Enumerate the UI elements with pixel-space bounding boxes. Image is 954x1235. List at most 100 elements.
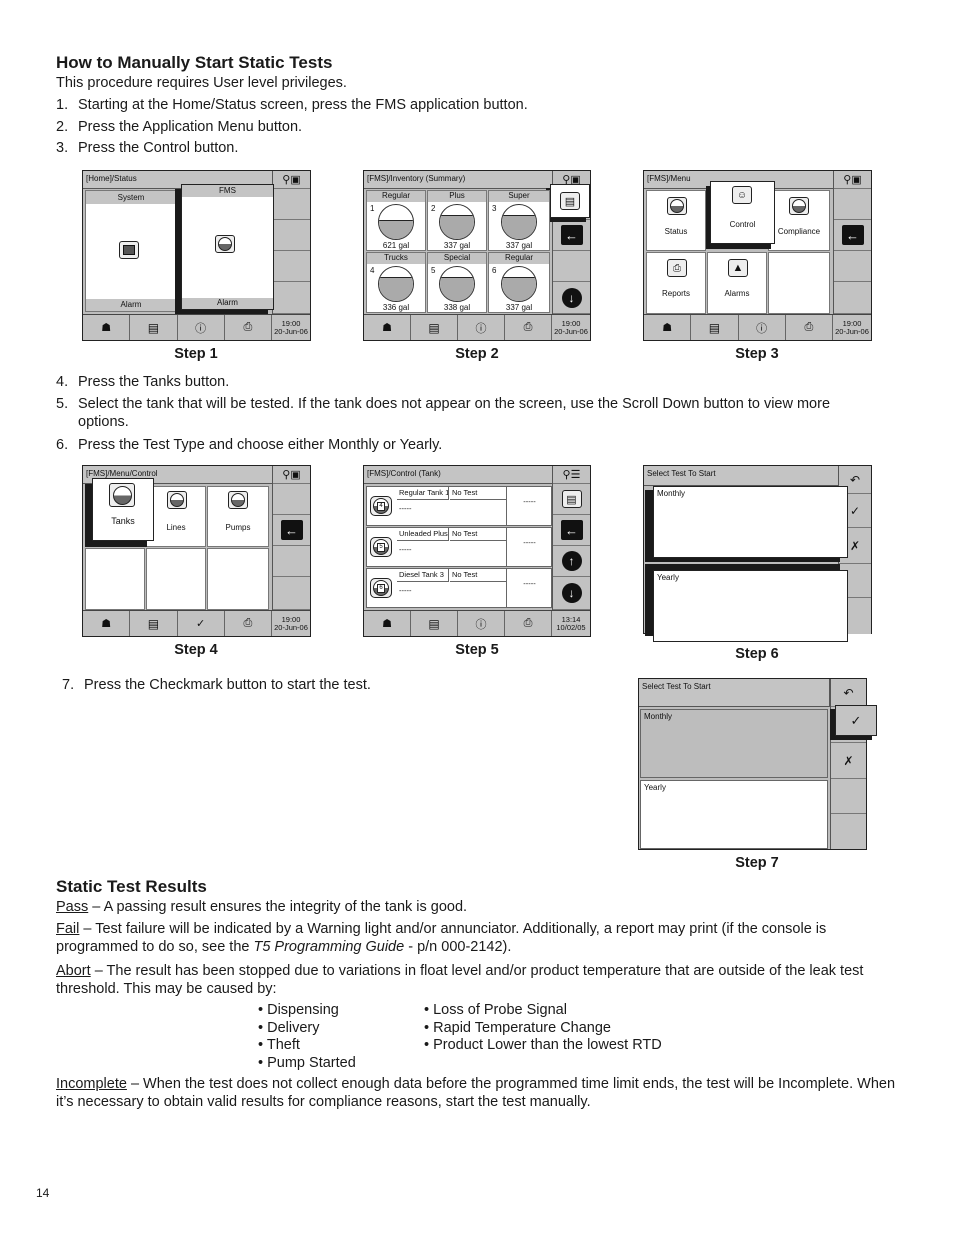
home-button[interactable]: ☗ [364,611,411,636]
fms-panel[interactable]: FMS Alarm [181,184,274,310]
side-button-4[interactable] [831,814,866,849]
step-item-5: 5. Select the tank that will be tested. I… [56,395,906,431]
user-button[interactable]: ⚲▣ [273,171,310,189]
home-button[interactable]: ☗ [364,315,411,340]
print-button[interactable]: ⎙ [505,611,552,636]
checkmark-icon: ✓ [850,712,862,728]
menu-icon: ▤ [147,616,160,631]
tank-cell[interactable]: Regular 6 337 gal [488,252,550,313]
tank-cell[interactable]: Plus 2 337 gal [427,190,487,251]
exit-button[interactable]: ↶ [831,679,866,707]
print-button[interactable]: ⎙ [505,315,552,340]
user-button[interactable]: ⚲▣ [273,466,310,484]
step2-screen: [FMS]/Inventory (Summary) ⚲▣ ← ↓ ▤ Regul… [363,170,591,341]
print-button[interactable]: ⎙ [225,315,272,340]
down-arrow-icon: ↓ [561,287,582,308]
step-item-3: 3. Press the Control button. [56,139,906,157]
app-menu-button[interactable]: ▤ [553,484,590,515]
step7-screen: Select Test To Start ↶ ✗ Monthly Yearly … [638,678,877,850]
option-yearly[interactable]: Yearly [640,780,828,849]
menu-tanks[interactable]: Tanks [92,478,154,541]
up-arrow-icon: ↑ [561,551,582,571]
step6-screen: Select Test To Start ↶ ✓ ✗ Monthly Yearl… [643,465,872,642]
result-fail: Fail – Test failure will be indicated by… [56,920,906,956]
option-monthly[interactable]: Monthly [653,486,848,558]
side-button-3[interactable] [834,251,871,282]
tank-level-fill [379,277,413,301]
side-button-4[interactable] [834,282,871,314]
side-button-3[interactable] [831,779,866,814]
test-detail: ----- [399,545,412,554]
step-item-6: 6. Press the Test Type and choose either … [56,436,906,454]
option-monthly-selected[interactable]: Monthly [640,709,828,778]
scroll-down-button[interactable]: ↓ [553,577,590,610]
cause-text: Dispensing [267,1002,339,1018]
caption-step2: Step 2 [455,346,499,362]
tank-level-fill [440,215,474,239]
back-button[interactable]: ← [553,515,590,546]
side-button-2[interactable] [273,220,310,251]
side-button-4[interactable] [273,282,310,314]
tank-cell[interactable]: Trucks 4 336 gal [366,252,426,313]
menu-button[interactable]: ▤ [130,611,178,636]
side-button-1[interactable] [273,189,310,220]
tank-row[interactable]: 5 Unleaded Plus No Test ----- ----- [366,527,552,567]
back-button[interactable]: ← [834,220,871,251]
scroll-up-button[interactable]: ↑ [553,546,590,577]
exit-icon: ↶ [843,685,854,700]
alarm-icon: ▲ [728,259,748,277]
menu-control[interactable]: ☺ Control [710,181,775,244]
help-button[interactable]: ⓘ [458,611,505,636]
home-button[interactable]: ☗ [644,315,692,340]
side-button-3[interactable] [553,251,590,282]
home-button[interactable]: ☗ [83,611,131,636]
scroll-down-button[interactable]: ↓ [553,282,590,314]
menu-reports[interactable]: ⎙ Reports [646,252,706,314]
side-button-1[interactable] [273,484,310,515]
tank-number: 4 [370,266,375,275]
tank-cell[interactable]: Special 5 338 gal [427,252,487,313]
user-button[interactable]: ⚲▣ [834,171,871,189]
tank-name: Regular [367,191,425,202]
side-button-4[interactable] [273,577,310,610]
menu-lines[interactable]: Lines [146,486,206,547]
print-button[interactable]: ⎙ [786,315,833,340]
menu-status[interactable]: Status [646,190,706,251]
help-button[interactable]: ⓘ [458,315,505,340]
result-text: – The result has been stopped due to var… [56,963,864,997]
menu-button[interactable]: ▤ [691,315,739,340]
tank-cell[interactable]: Super 3 337 gal [488,190,550,251]
checkmark-button-pressed[interactable]: ✓ [835,705,877,736]
checkmark-button[interactable]: ✓ [178,611,225,636]
side-button-1[interactable] [834,189,871,220]
side-button-3[interactable] [273,546,310,577]
menu-button[interactable]: ▤ [411,315,458,340]
back-button[interactable]: ← [553,220,590,251]
tank-row[interactable]: 4 Regular Tank 1 No Test ----- ----- [366,486,552,526]
checkmark-icon: ✓ [849,503,861,518]
cancel-button[interactable]: ✗ [831,743,866,779]
cause-item: • Product Lower than the lowest RTD [424,1037,662,1053]
menu-button[interactable]: ▤ [130,315,178,340]
back-button[interactable]: ← [273,515,310,546]
app-menu-popup[interactable]: ▤ [550,184,590,218]
home-button[interactable]: ☗ [83,315,131,340]
tank-row[interactable]: 6 Diesel Tank 3 No Test ----- ----- [366,568,552,608]
menu-label: Pumps [225,523,251,532]
clock-date: 20-Jun-06 [554,326,588,336]
tank-number: 2 [431,204,436,213]
user-button[interactable]: ⚲☰ [553,466,590,484]
help-button[interactable]: ⓘ [178,315,225,340]
tank-icon [109,483,135,507]
menu-compliance[interactable]: Compliance [768,190,830,251]
menu-pumps[interactable]: Pumps [207,486,269,547]
option-yearly[interactable]: Yearly [653,570,848,642]
help-button[interactable]: ⓘ [739,315,786,340]
menu-button[interactable]: ▤ [411,611,458,636]
system-panel[interactable]: System Alarm [85,190,177,312]
menu-label: Tanks [111,516,135,526]
menu-alarms[interactable]: ▲ Alarms [707,252,767,314]
side-button-3[interactable] [273,251,310,282]
tank-cell[interactable]: Regular 1 621 gal [366,190,426,251]
print-button[interactable]: ⎙ [225,611,272,636]
